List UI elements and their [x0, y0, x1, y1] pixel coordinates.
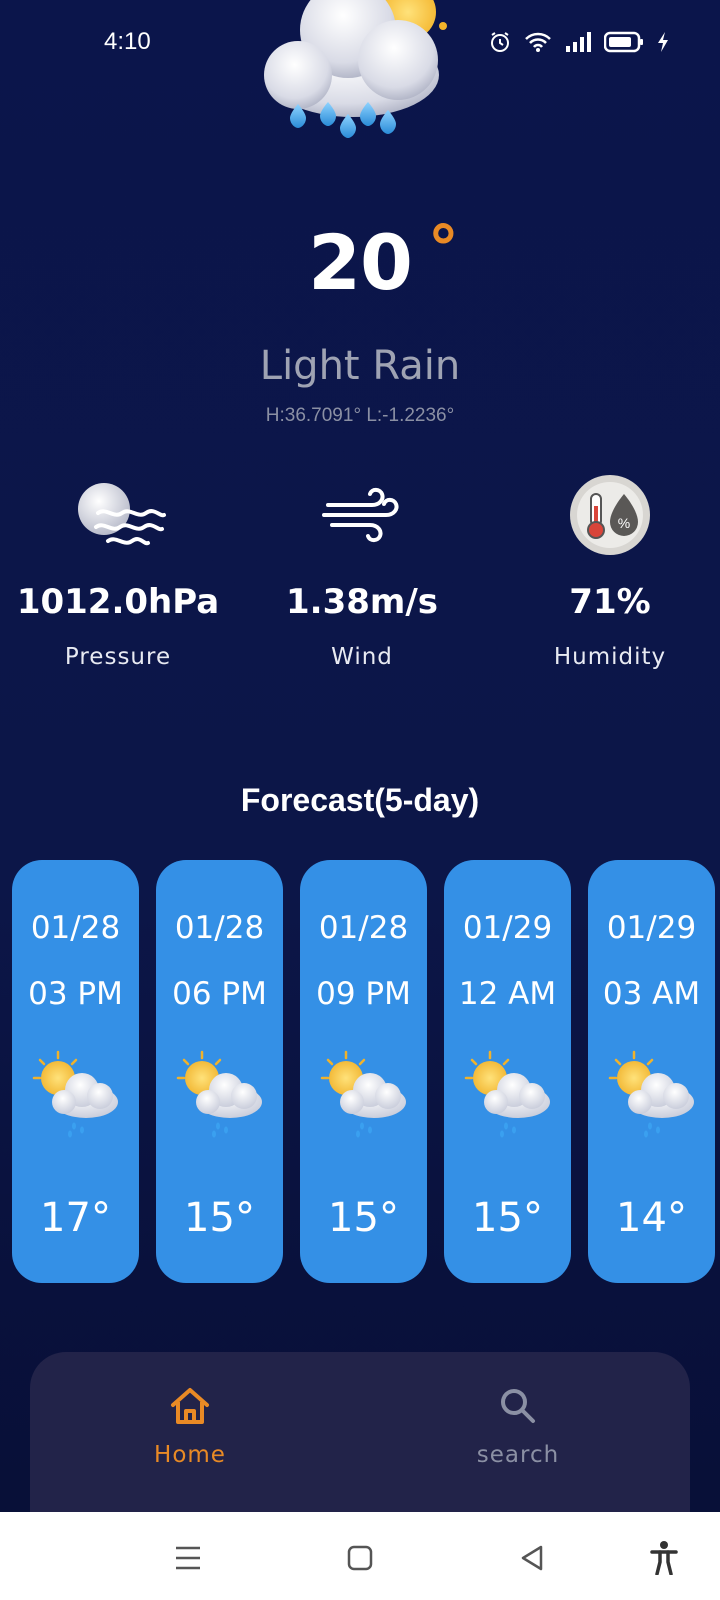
forecast-list: 01/28 03 PM 17° 01/28 06 PM 15° 01/28 09…: [12, 860, 716, 1284]
forecast-time: 03 AM: [602, 976, 701, 1012]
forecast-date: 01/29: [606, 910, 697, 946]
wind-icon: [242, 470, 482, 560]
forecast-date: 01/28: [318, 910, 409, 946]
forecast-time: 06 PM: [172, 976, 267, 1012]
forecast-time: 12 AM: [458, 976, 557, 1012]
status-icons: [488, 30, 670, 54]
status-bar: 4:10: [0, 0, 720, 90]
coordinates: H:36.7091° L:-1.2236°: [265, 405, 455, 426]
home-icon: [171, 1388, 209, 1424]
metric-humidity: % 71% Humidity: [490, 470, 720, 670]
wifi-icon: [525, 32, 551, 52]
forecast-card[interactable]: 01/28 09 PM 15°: [300, 860, 427, 1283]
nav-search[interactable]: search: [418, 1386, 618, 1468]
humidity-icon: %: [490, 470, 720, 560]
forecast-date: 01/28: [174, 910, 265, 946]
forecast-card[interactable]: 01/28 03 PM 17°: [12, 860, 139, 1283]
forecast-time: 09 PM: [316, 976, 411, 1012]
battery-icon: [604, 31, 643, 53]
bottom-nav: Home search: [30, 1352, 690, 1512]
pressure-label: Pressure: [64, 644, 172, 670]
svg-text:%: %: [618, 515, 630, 531]
status-time: 4:10: [104, 28, 151, 55]
partly-cloudy-rain-icon: [606, 1050, 698, 1140]
pressure-value: 1012.0hPa: [16, 582, 220, 622]
humidity-value: 71%: [569, 582, 651, 622]
wind-label: Wind: [331, 644, 393, 670]
forecast-temp: 14°: [616, 1195, 687, 1241]
nav-home-label: Home: [154, 1442, 226, 1468]
forecast-time: 03 PM: [28, 976, 123, 1012]
metric-pressure: 1012.0hPa Pressure: [0, 470, 238, 670]
current-temperature: 20 °: [0, 212, 720, 307]
partly-cloudy-rain-icon: [174, 1050, 266, 1140]
temperature-value: 20: [308, 218, 413, 307]
accessibility-icon[interactable]: [644, 1538, 684, 1578]
forecast-card[interactable]: 01/29 12 AM 15°: [444, 860, 571, 1283]
forecast-temp: 17°: [40, 1195, 111, 1241]
home-square-icon[interactable]: [340, 1538, 380, 1578]
forecast-card[interactable]: 01/29 03 AM 14°: [588, 860, 715, 1283]
search-icon: [501, 1389, 535, 1423]
humidity-label: Humidity: [553, 644, 667, 670]
alarm-icon: [491, 32, 509, 52]
menu-icon[interactable]: [168, 1538, 208, 1578]
wind-value: 1.38m/s: [286, 582, 438, 622]
pressure-icon: [0, 470, 238, 560]
partly-cloudy-rain-icon: [30, 1050, 122, 1140]
forecast-title: Forecast(5-day): [240, 782, 480, 818]
partly-cloudy-rain-icon: [318, 1050, 410, 1140]
partly-cloudy-rain-icon: [462, 1050, 554, 1140]
forecast-temp: 15°: [472, 1195, 543, 1241]
charging-icon: [658, 32, 668, 52]
forecast-date: 01/28: [30, 910, 121, 946]
forecast-card[interactable]: 01/28 06 PM 15°: [156, 860, 283, 1283]
forecast-temp: 15°: [328, 1195, 399, 1241]
nav-home[interactable]: Home: [90, 1386, 290, 1468]
signal-icon: [566, 32, 591, 52]
degree-symbol: °: [427, 212, 459, 285]
system-nav-bar: [0, 1512, 720, 1600]
forecast-date: 01/29: [462, 910, 553, 946]
metric-wind: 1.38m/s Wind: [242, 470, 482, 670]
weather-condition: Light Rain: [259, 343, 461, 389]
forecast-temp: 15°: [184, 1195, 255, 1241]
back-icon[interactable]: [512, 1538, 552, 1578]
nav-search-label: search: [476, 1442, 560, 1468]
